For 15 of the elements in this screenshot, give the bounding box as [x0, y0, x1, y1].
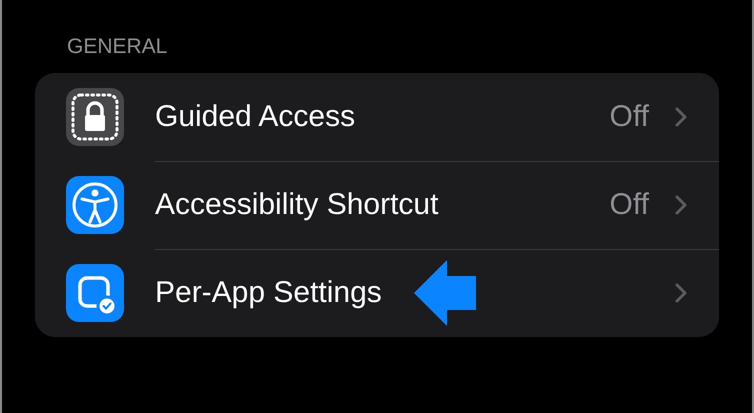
- row-value: Off: [610, 188, 649, 222]
- lock-icon: [66, 88, 124, 146]
- row-value: Off: [610, 100, 649, 134]
- app-check-icon: [66, 264, 124, 322]
- row-label: Per-App Settings: [155, 276, 382, 310]
- section-header: GENERAL: [67, 34, 168, 60]
- row-label: Accessibility Shortcut: [155, 188, 438, 222]
- settings-row[interactable]: Per-App Settings: [35, 249, 719, 337]
- settings-row[interactable]: Guided Access Off: [35, 73, 719, 161]
- chevron-icon: [675, 283, 687, 303]
- row-label: Guided Access: [155, 100, 356, 134]
- settings-row[interactable]: Accessibility Shortcut Off: [35, 161, 719, 249]
- chevron-icon: [675, 106, 687, 126]
- chevron-icon: [675, 194, 687, 214]
- accessibility-icon: [66, 176, 124, 234]
